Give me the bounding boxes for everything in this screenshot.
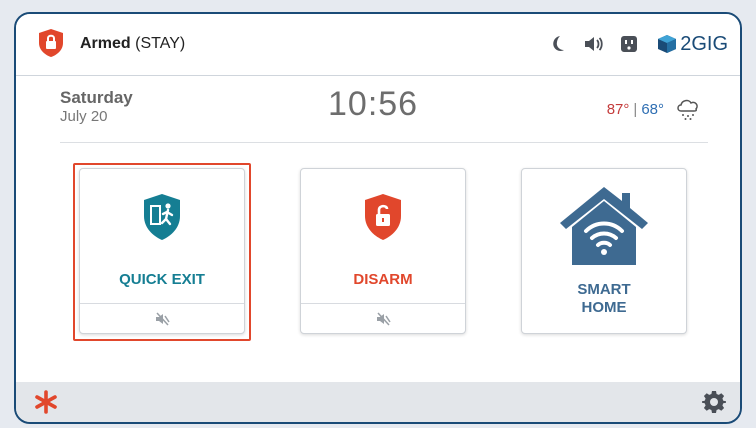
gear-icon[interactable] xyxy=(702,390,726,414)
smart-home-tile[interactable]: SMART HOME xyxy=(521,168,687,334)
top-bar: Armed (STAY) 2GIG xyxy=(16,14,740,76)
weather-widget[interactable]: 87° | 68° xyxy=(607,97,702,121)
arm-mode: (STAY) xyxy=(135,35,186,52)
day-of-week: Saturday xyxy=(60,88,133,107)
arm-state: Armed xyxy=(80,35,131,52)
smart-home-label-line2: HOME xyxy=(581,299,627,316)
arm-status[interactable]: Armed (STAY) xyxy=(80,35,185,53)
disarm-shield-icon xyxy=(365,194,401,240)
outlet-icon[interactable] xyxy=(618,33,640,55)
brand-name: 2GIG xyxy=(680,32,728,55)
moon-icon[interactable] xyxy=(546,33,568,55)
temp-high: 87° xyxy=(606,100,630,118)
tile-separator xyxy=(301,303,465,304)
smart-home-label: SMART xyxy=(577,281,631,298)
top-icons: 2GIG xyxy=(532,30,728,58)
temp-separator: | xyxy=(633,100,638,118)
speaker-icon[interactable] xyxy=(582,33,604,55)
panel-frame: Armed (STAY) 2GIG Saturday July 20 10:56… xyxy=(14,12,742,424)
brand-logo-icon xyxy=(658,35,677,53)
home-screen: Saturday July 20 10:56 87° | 68° QUICK E… xyxy=(16,76,740,384)
selection-highlight xyxy=(73,163,251,341)
smart-home-icon xyxy=(560,187,648,265)
calendar-date: July 20 xyxy=(60,108,108,125)
snow-cloud-icon xyxy=(677,99,698,120)
bottom-bar xyxy=(16,382,740,422)
header-divider xyxy=(60,142,708,143)
clock: 10:56 xyxy=(328,85,419,123)
disarm-label: DISARM xyxy=(353,271,413,288)
armed-shield-icon[interactable] xyxy=(38,28,64,58)
brand-logo: 2GIG xyxy=(656,33,728,56)
mute-icon xyxy=(377,312,391,326)
temp-low: 68° xyxy=(641,100,664,118)
emergency-asterisk-icon[interactable] xyxy=(34,390,58,414)
disarm-tile[interactable]: DISARM xyxy=(300,168,466,334)
disarm-mute-toggle[interactable] xyxy=(301,306,465,332)
